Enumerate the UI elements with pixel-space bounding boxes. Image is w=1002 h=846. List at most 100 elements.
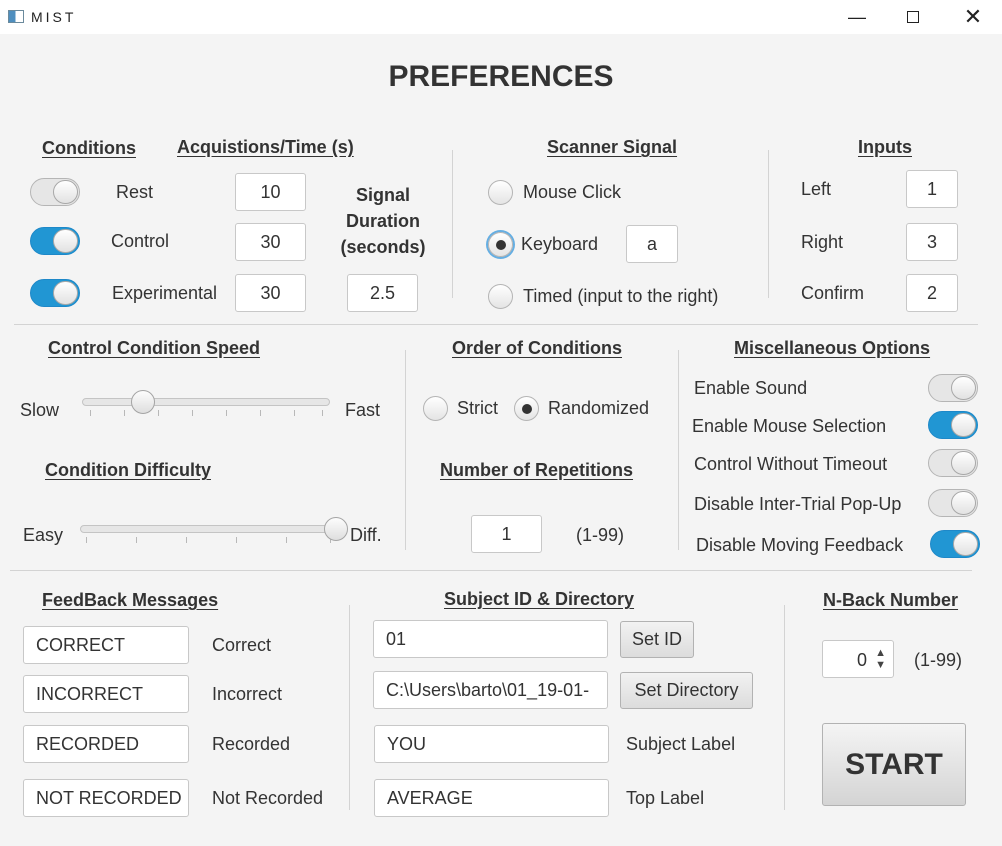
confirm-key-input[interactable]: 2 — [906, 274, 958, 312]
right-key-input[interactable]: 3 — [906, 223, 958, 261]
divider — [678, 350, 679, 550]
signal-duration-input[interactable]: 2.5 — [347, 274, 418, 312]
acquisitions-heading: Acquistions/Time (s) — [177, 137, 354, 157]
speed-max-label: Fast — [345, 400, 381, 420]
speed-min-label: Slow — [20, 400, 60, 420]
spinner-up-icon[interactable]: ▲ — [875, 648, 886, 659]
experimental-toggle[interactable] — [30, 279, 80, 307]
difficulty-slider[interactable] — [80, 517, 348, 547]
directory-input[interactable]: C:\Users\barto\01_19-01- — [373, 671, 608, 709]
disable-inter-trial-popup-toggle[interactable] — [928, 489, 978, 517]
repetitions-heading: Number of Repetitions — [440, 460, 634, 480]
left-input-label: Left — [801, 179, 832, 199]
confirm-input-label: Confirm — [801, 283, 865, 303]
strict-label: Strict — [457, 398, 499, 418]
speed-heading: Control Condition Speed — [48, 338, 260, 358]
correct-label: Correct — [212, 635, 272, 655]
scanner-signal-heading: Scanner Signal — [547, 137, 678, 157]
slider-tick — [192, 410, 193, 416]
speed-slider-thumb[interactable] — [131, 390, 155, 414]
enable-mouse-selection-label: Enable Mouse Selection — [692, 416, 887, 436]
slider-tick — [86, 537, 87, 543]
top-label-input[interactable]: AVERAGE — [374, 779, 609, 817]
keyboard-radio[interactable] — [488, 232, 513, 257]
disable-moving-feedback-toggle[interactable] — [930, 530, 980, 558]
speed-slider[interactable] — [82, 390, 330, 420]
order-heading: Order of Conditions — [452, 338, 622, 358]
disable-inter-trial-popup-label: Disable Inter-Trial Pop-Up — [694, 494, 902, 514]
divider — [405, 350, 406, 550]
slider-tick — [294, 410, 295, 416]
slider-tick — [236, 537, 237, 543]
enable-sound-toggle[interactable] — [928, 374, 978, 402]
experimental-acquisitions-input[interactable]: 30 — [235, 274, 306, 312]
conditions-heading: Conditions — [42, 138, 136, 158]
toggle-knob — [53, 180, 78, 204]
set-id-button[interactable]: Set ID — [620, 621, 694, 658]
window-title: MIST — [31, 9, 77, 25]
rest-toggle[interactable] — [30, 178, 80, 206]
mouse-click-radio[interactable] — [488, 180, 513, 205]
left-key-input[interactable]: 1 — [906, 170, 958, 208]
misc-heading: Miscellaneous Options — [734, 338, 931, 358]
divider — [10, 570, 972, 571]
toggle-knob — [951, 451, 976, 475]
rest-acquisitions-input[interactable]: 10 — [235, 173, 306, 211]
randomized-radio[interactable] — [514, 396, 539, 421]
top-label-caption: Top Label — [626, 788, 705, 808]
disable-moving-feedback-label: Disable Moving Feedback — [696, 535, 904, 555]
toggle-knob — [953, 532, 978, 556]
slider-tick — [136, 537, 137, 543]
randomized-label: Randomized — [548, 398, 650, 418]
start-button[interactable]: START — [822, 723, 966, 806]
signal-duration-line: Duration — [346, 211, 420, 231]
recorded-message-input[interactable]: RECORDED — [23, 725, 189, 763]
correct-message-input[interactable]: CORRECT — [23, 626, 189, 664]
minimize-icon[interactable]: — — [834, 0, 880, 34]
slider-tick — [286, 537, 287, 543]
subject-id-input[interactable]: 01 — [373, 620, 608, 658]
page-title: PREFERENCES — [388, 60, 614, 93]
control-acquisitions-input[interactable]: 30 — [235, 223, 306, 261]
slider-tick — [260, 410, 261, 416]
keyboard-key-input[interactable]: a — [626, 225, 678, 263]
control-toggle[interactable] — [30, 227, 80, 255]
toggle-knob — [53, 229, 78, 253]
slider-tick — [90, 410, 91, 416]
difficulty-slider-thumb[interactable] — [324, 517, 348, 541]
not-recorded-message-input[interactable]: NOT RECORDED — [23, 779, 189, 817]
subject-label-caption: Subject Label — [626, 734, 736, 754]
nback-range: (1-99) — [914, 650, 963, 670]
signal-duration-line: Signal — [355, 185, 410, 205]
divider — [784, 605, 785, 810]
timed-label: Timed (input to the right) — [523, 286, 719, 306]
slider-tick — [322, 410, 323, 416]
feedback-heading: FeedBack Messages — [42, 590, 219, 610]
repetitions-range: (1-99) — [576, 525, 625, 545]
signal-duration-line: (seconds) — [340, 237, 426, 257]
enable-sound-label: Enable Sound — [694, 378, 808, 398]
toggle-knob — [53, 281, 78, 305]
rest-label: Rest — [116, 182, 154, 202]
spinner-down-icon[interactable]: ▼ — [875, 660, 886, 671]
difficulty-max-label: Diff. — [350, 525, 382, 545]
incorrect-message-input[interactable]: INCORRECT — [23, 675, 189, 713]
set-directory-button[interactable]: Set Directory — [620, 672, 753, 709]
timed-radio[interactable] — [488, 284, 513, 309]
nback-spinner[interactable]: 0 ▲ ▼ — [822, 640, 894, 678]
close-icon[interactable]: ✕ — [950, 0, 996, 34]
enable-mouse-selection-toggle[interactable] — [928, 411, 978, 439]
slider-track — [82, 398, 330, 406]
strict-radio[interactable] — [423, 396, 448, 421]
divider — [452, 150, 453, 298]
divider — [768, 150, 769, 298]
subject-label-input[interactable]: YOU — [374, 725, 609, 763]
nback-heading: N-Back Number — [823, 590, 959, 610]
control-without-timeout-toggle[interactable] — [928, 449, 978, 477]
slider-track — [80, 525, 342, 533]
repetitions-input[interactable]: 1 — [471, 515, 542, 553]
right-input-label: Right — [801, 232, 844, 252]
mouse-click-label: Mouse Click — [523, 182, 622, 202]
maximize-icon[interactable] — [890, 0, 936, 34]
nback-value: 0 — [856, 650, 867, 670]
